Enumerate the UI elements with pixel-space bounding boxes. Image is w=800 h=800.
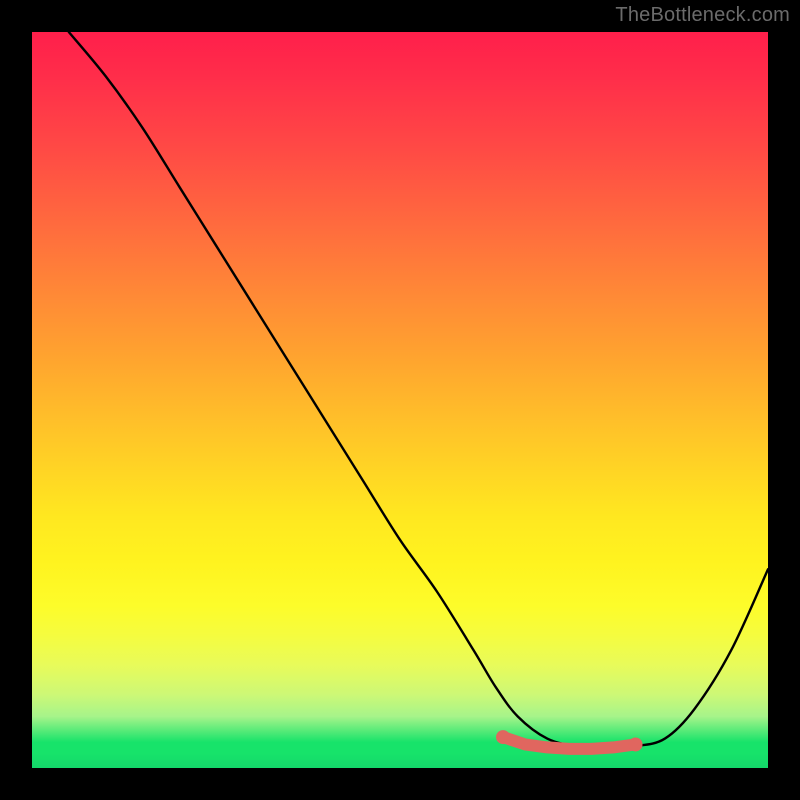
slack-band-dot bbox=[629, 737, 643, 751]
plot-area bbox=[32, 32, 768, 768]
chart-svg bbox=[32, 32, 768, 768]
chart-frame: TheBottleneck.com bbox=[0, 0, 800, 800]
watermark-text: TheBottleneck.com bbox=[615, 4, 790, 27]
slack-band-dot bbox=[496, 730, 510, 744]
bottleneck-curve-path bbox=[69, 32, 768, 746]
slack-band-path bbox=[503, 737, 635, 749]
